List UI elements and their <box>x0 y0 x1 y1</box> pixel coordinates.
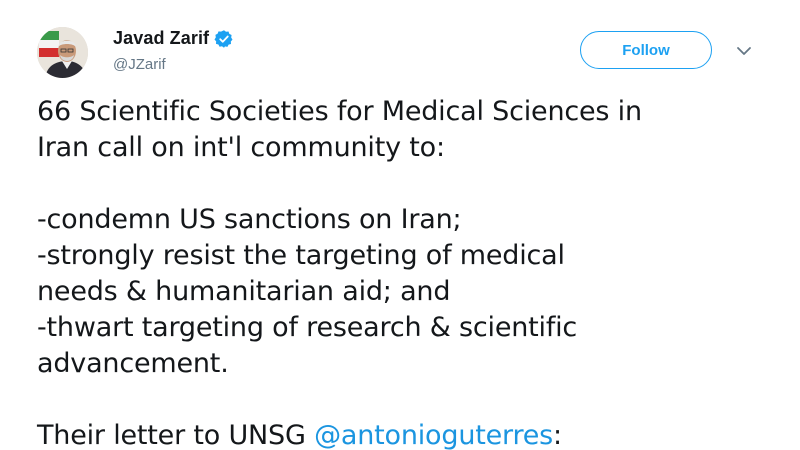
tweet-line: -condemn US sanctions on Iran; <box>37 204 462 235</box>
tweet-line-prefix: Their letter to UNSG <box>37 420 315 450</box>
follow-button[interactable]: Follow <box>580 31 712 69</box>
display-name[interactable]: Javad Zarif <box>113 28 209 49</box>
tweet-line: needs & humanitarian aid; and <box>37 276 451 307</box>
tweet-line: advancement. <box>37 348 229 379</box>
tweet-line-final: Their letter to UNSG @antonioguterres: <box>37 418 777 450</box>
mention-link[interactable]: @antonioguterres <box>314 420 553 450</box>
avatar[interactable] <box>37 27 88 78</box>
tweet-line: -thwart targeting of research & scientif… <box>37 312 578 343</box>
verified-badge-icon <box>214 29 234 49</box>
author-row: Javad Zarif <box>113 28 234 49</box>
tweet-line: Iran call on int'l community to: <box>37 132 445 163</box>
tweet-line-suffix: : <box>553 420 562 450</box>
user-handle[interactable]: @JZarif <box>113 56 166 73</box>
tweet-card: Javad Zarif @JZarif Follow 66 Scientific… <box>0 0 800 450</box>
tweet-line: -strongly resist the targeting of medica… <box>37 240 565 271</box>
tweet-line: 66 Scientific Societies for Medical Scie… <box>37 96 642 127</box>
chevron-down-icon[interactable] <box>735 45 753 57</box>
tweet-text: 66 Scientific Societies for Medical Scie… <box>37 94 777 450</box>
